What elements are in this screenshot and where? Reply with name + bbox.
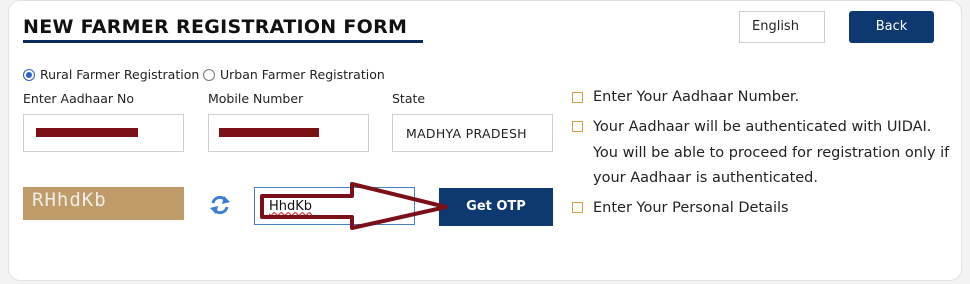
page-title: NEW FARMER REGISTRATION FORM bbox=[23, 16, 408, 38]
radio-urban-label: Urban Farmer Registration bbox=[220, 67, 385, 82]
annotation-arrow-icon bbox=[260, 182, 448, 230]
instruction-2b: You will be able to proceed for registra… bbox=[593, 145, 950, 161]
checklist-box bbox=[572, 121, 583, 132]
get-otp-button[interactable]: Get OTP bbox=[439, 188, 553, 226]
aadhaar-input[interactable] bbox=[23, 114, 184, 152]
radio-rural[interactable]: Rural Farmer Registration bbox=[23, 67, 199, 82]
refresh-captcha-icon[interactable] bbox=[209, 193, 231, 217]
radio-rural-indicator[interactable] bbox=[23, 68, 35, 81]
redaction-mark bbox=[219, 128, 319, 137]
title-underline bbox=[23, 40, 423, 43]
radio-urban-indicator[interactable] bbox=[203, 68, 215, 81]
language-select[interactable]: English bbox=[739, 11, 825, 43]
radio-rural-label: Rural Farmer Registration bbox=[40, 67, 200, 82]
instruction-2: Your Aadhaar will be authenticated with … bbox=[593, 119, 932, 135]
checklist-box bbox=[572, 92, 583, 103]
state-label: State bbox=[392, 91, 426, 106]
mobile-label: Mobile Number bbox=[208, 91, 304, 106]
captcha-image: RHhdKb bbox=[23, 187, 184, 220]
redaction-mark bbox=[36, 128, 138, 137]
state-input[interactable]: MADHYA PRADESH bbox=[392, 114, 553, 152]
checklist-box bbox=[572, 202, 583, 213]
radio-urban[interactable]: Urban Farmer Registration bbox=[203, 67, 385, 82]
back-button[interactable]: Back bbox=[849, 11, 934, 43]
state-value: MADHYA PRADESH bbox=[406, 126, 527, 141]
instruction-1: Enter Your Aadhaar Number. bbox=[593, 89, 800, 105]
instruction-3: Enter Your Personal Details bbox=[593, 200, 789, 216]
instruction-2c: your Aadhaar is authenticated. bbox=[593, 170, 818, 186]
aadhaar-label: Enter Aadhaar No bbox=[23, 91, 135, 106]
mobile-input[interactable] bbox=[208, 114, 369, 152]
